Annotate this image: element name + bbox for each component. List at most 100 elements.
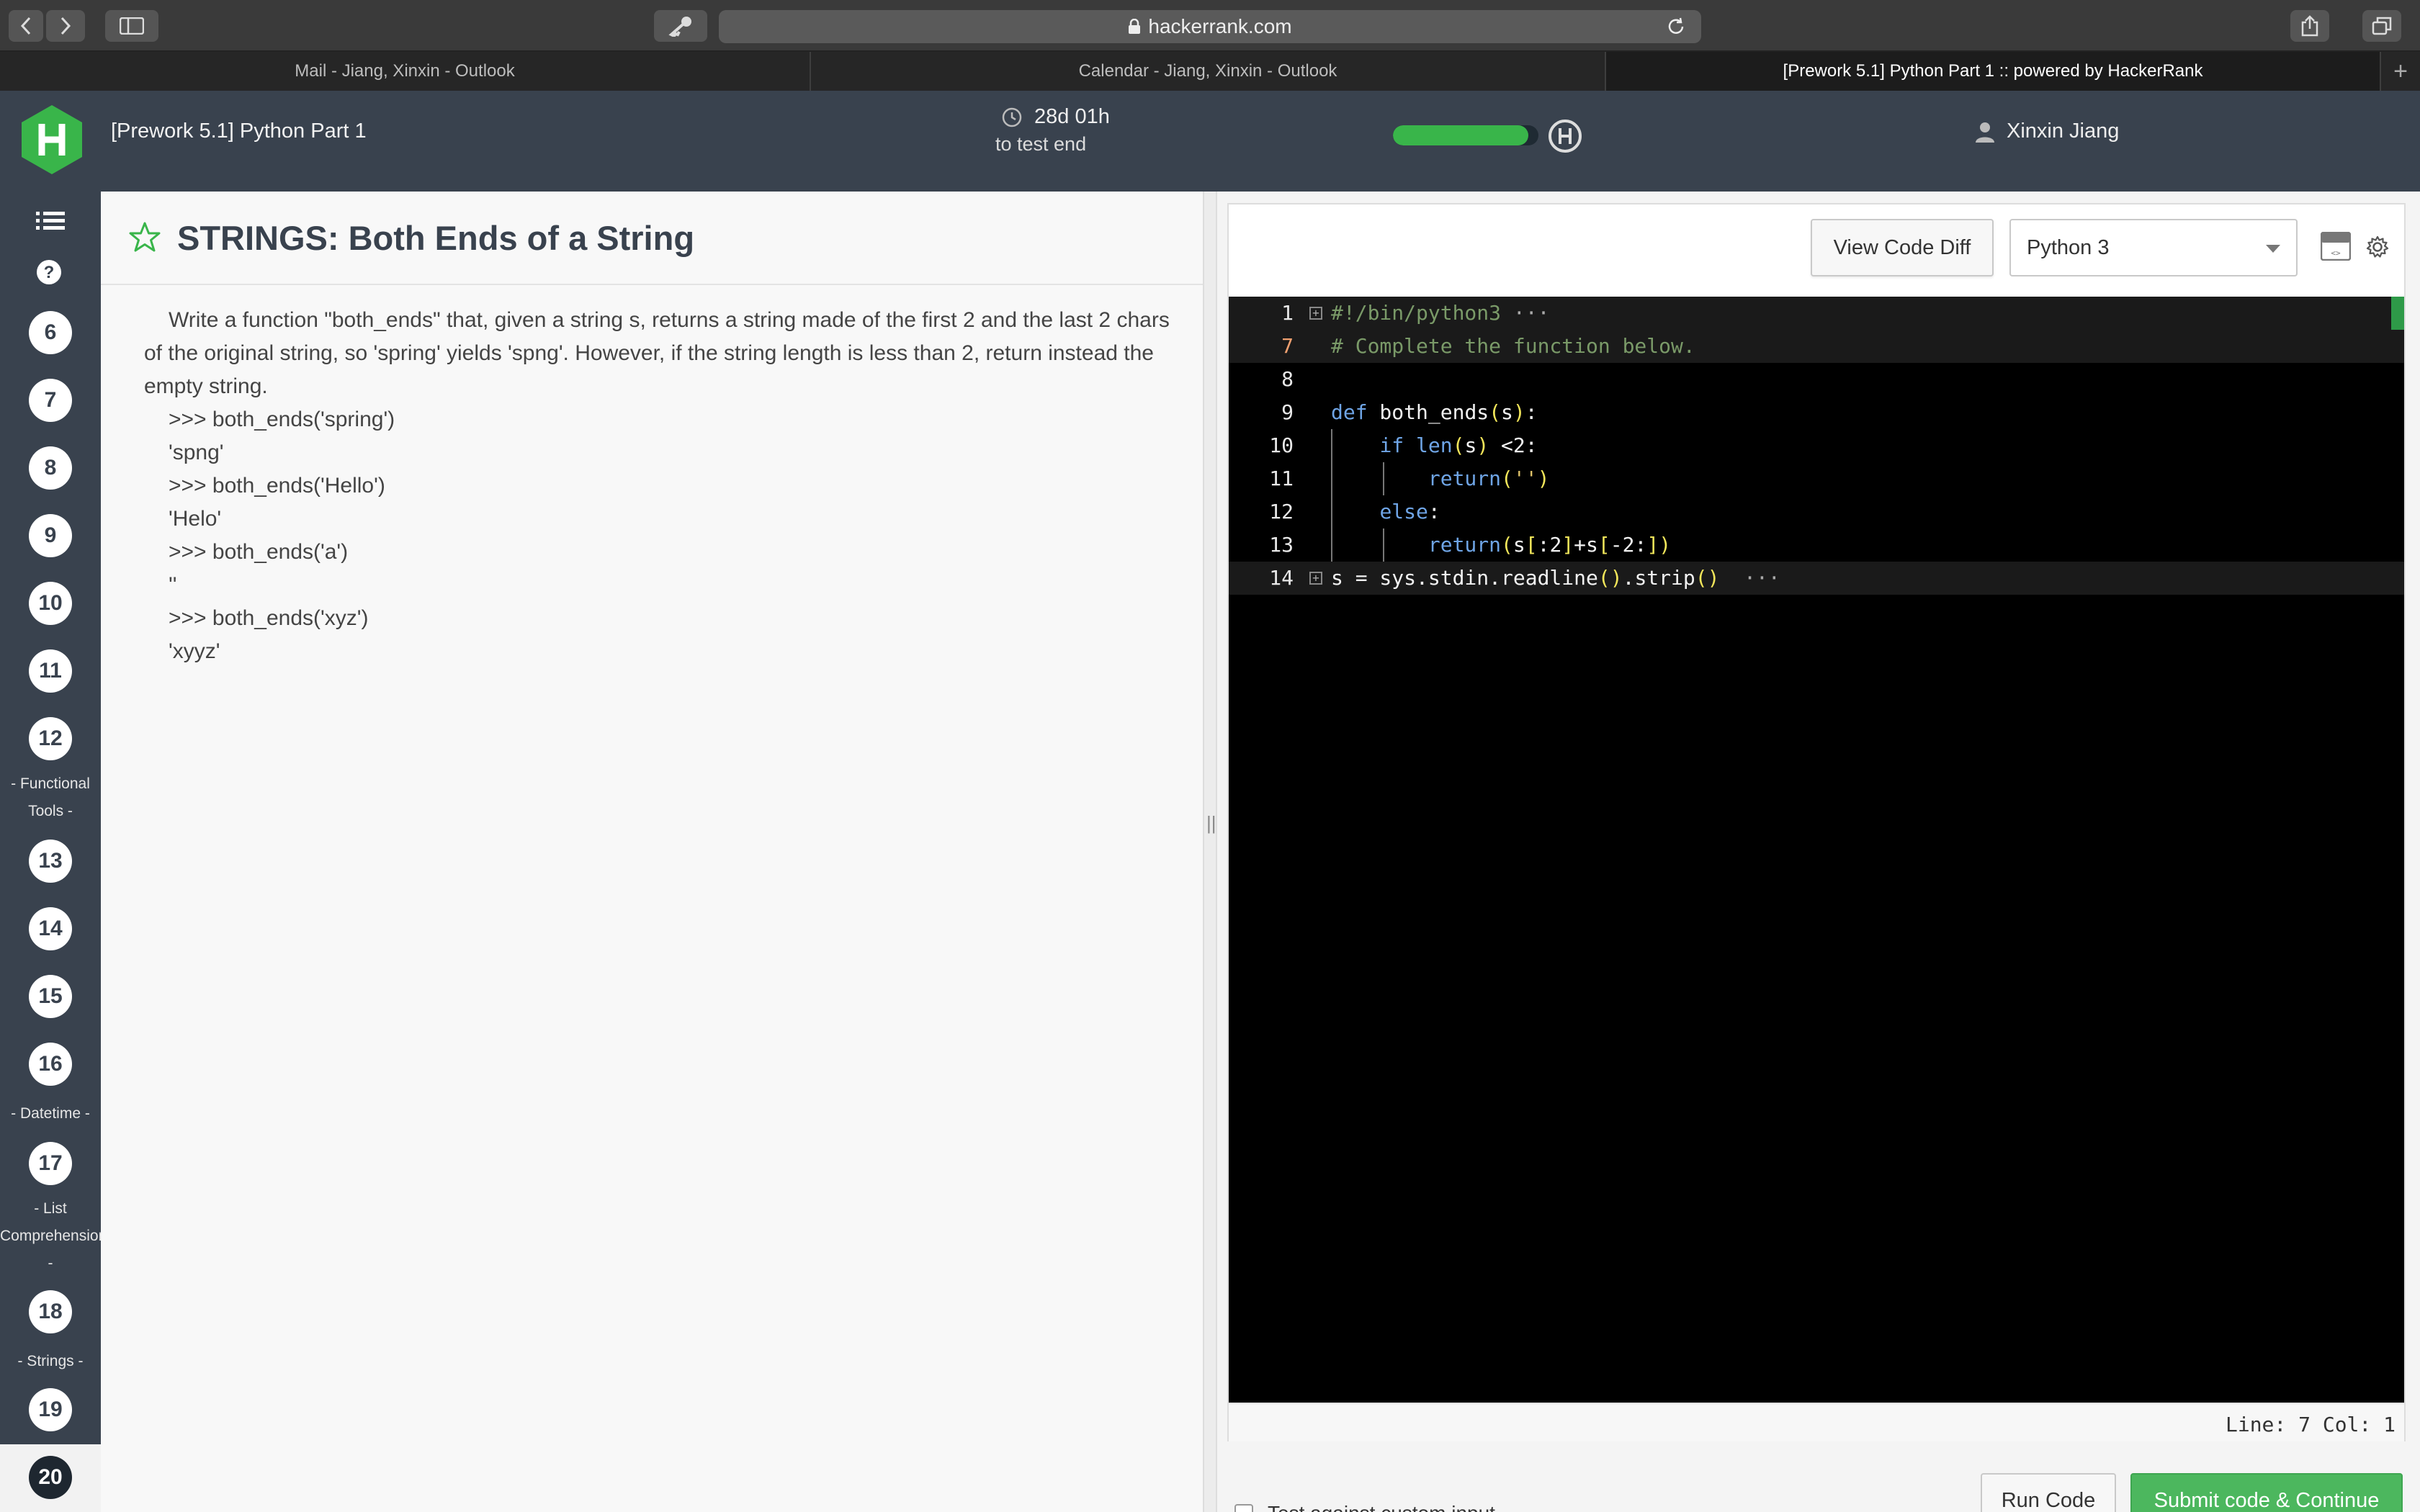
chevron-right-icon [60,17,71,35]
example-line: 'xyyz' [169,639,220,663]
code-text: else: [1379,500,1440,523]
key-icon [668,17,691,37]
sidebar-icon [120,17,144,35]
example-line: '' [169,573,177,597]
line-number: 9 [1281,400,1294,424]
question-sidebar: ? 6 7 8 9 10 11 12 - Functional Tools - … [0,192,107,1512]
question-14[interactable]: 14 [29,907,72,950]
question-15[interactable]: 15 [29,975,72,1018]
section-list-line1: - List [34,1200,67,1217]
tab-hackerrank[interactable]: [Prework 5.1] Python Part 1 :: powered b… [1606,52,2381,91]
example-line: 'spng' [169,441,224,464]
section-functional-line2: Tools - [28,803,73,819]
custom-input-toggle[interactable]: Test against custom input [1234,1502,1495,1512]
address-bar[interactable]: hackerrank.com [719,10,1701,43]
code-text: # Complete the function below. [1331,334,1695,358]
question-13[interactable]: 13 [29,840,72,883]
editor-settings-button[interactable] [2365,235,2390,263]
star-icon[interactable] [128,221,161,254]
user-menu[interactable]: Xinxin Jiang [1975,120,2119,143]
question-20[interactable]: 20 [29,1456,72,1499]
help-button[interactable]: ? [35,258,63,290]
code-text: if len(s) <2: [1379,433,1538,457]
sidebar-toggle-button[interactable] [105,10,158,42]
chevron-left-icon [20,17,31,35]
timer-caption: to test end [995,133,1087,155]
line-number: 13 [1269,533,1294,557]
scroll-position-marker [2391,297,2404,330]
run-code-button[interactable]: Run Code [1981,1473,2116,1512]
code-line: 14 + s = sys.stdin.readline().strip() ··… [1229,562,2404,595]
code-text: return(s[:2]+s[-2:]) [1428,533,1672,557]
fold-expand-icon[interactable]: + [1309,307,1322,320]
code-line: 8 [1229,363,2404,396]
question-6[interactable]: 6 [29,311,72,354]
editor-layout-button[interactable]: <> [2320,231,2352,264]
problem-title: STRINGS: Both Ends of a String [177,218,695,257]
url-text: hackerrank.com [1148,15,1292,37]
code-text: #!/bin/python3 ··· [1331,301,1550,325]
cursor-position: Line: 7 Col: 1 [2225,1413,2396,1436]
question-18[interactable]: 18 [29,1290,72,1333]
user-name: Xinxin Jiang [2007,120,2120,143]
code-line: 9 def both_ends(s): [1229,396,2404,429]
fold-expand-icon[interactable]: + [1309,572,1322,585]
question-16[interactable]: 16 [29,1043,72,1086]
tab-overview-button[interactable] [2362,10,2401,42]
code-text: s = sys.stdin.readline().strip() ··· [1331,566,1780,590]
section-strings: - Strings - [17,1353,84,1369]
view-code-diff-button[interactable]: View Code Diff [1811,219,1994,276]
panel-resize-handle[interactable]: || [1204,192,1217,1512]
line-number: 1 [1281,301,1294,325]
section-list-line3: - [48,1255,53,1272]
forward-button[interactable] [46,10,85,42]
line-number: 10 [1269,433,1294,457]
gear-icon [2366,235,2389,258]
code-line: 11 return('') [1229,462,2404,495]
svg-text:?: ? [44,263,55,282]
submit-code-button[interactable]: Submit code & Continue [2130,1473,2403,1512]
question-17[interactable]: 17 [29,1142,72,1185]
line-number: 8 [1281,367,1294,391]
language-value: Python 3 [2027,235,2110,259]
svg-text:<>: <> [2331,248,2341,258]
problem-statement: Write a function "both_ends" that, given… [101,285,1203,668]
question-10[interactable]: 10 [29,582,72,625]
section-datetime: - Datetime - [11,1105,90,1122]
example-line: 'Helo' [169,507,222,531]
tab-calendar[interactable]: Calendar - Jiang, Xinxin - Outlook [811,52,1606,91]
question-19[interactable]: 19 [29,1388,72,1431]
tab-mail[interactable]: Mail - Jiang, Xinxin - Outlook [0,52,811,91]
code-area[interactable]: 1 + #!/bin/python3 ··· 7 # Complete the … [1229,297,2404,1403]
question-list-button[interactable] [32,206,69,238]
problem-description: Write a function "both_ends" that, given… [144,308,1170,398]
timer-value: 28d 01h [1034,105,1110,128]
share-button[interactable] [2290,10,2329,42]
question-9[interactable]: 9 [29,514,72,557]
hackerrank-badge-icon [1549,120,1582,153]
new-tab-button[interactable]: + [2381,52,2420,91]
lock-icon [1129,19,1141,34]
question-11[interactable]: 11 [29,649,72,693]
section-list-comprehension: - List Comprehension - [0,1195,107,1277]
section-functional-tools: - Functional Tools - [0,770,101,825]
example-line: >>> both_ends('Hello') [169,474,385,498]
hackerrank-logo[interactable] [20,104,84,179]
custom-input-label: Test against custom input [1268,1502,1495,1512]
code-line: 13 return(s[:2]+s[-2:]) [1229,528,2404,562]
reload-icon[interactable] [1665,16,1687,37]
passwords-button[interactable] [654,10,707,42]
hackerrank-logo-icon [22,105,82,174]
question-7[interactable]: 7 [29,379,72,422]
question-12[interactable]: 12 [29,717,72,760]
clock-icon [1002,107,1022,127]
test-title: [Prework 5.1] Python Part 1 [111,120,367,143]
example-line: >>> both_ends('xyz') [169,606,369,630]
back-button[interactable] [9,10,43,42]
section-functional-line1: - Functional [11,775,90,792]
line-number: 7 [1281,334,1294,358]
question-8[interactable]: 8 [29,446,72,490]
custom-input-checkbox[interactable] [1234,1504,1253,1512]
editor-layout-icon: <> [2320,231,2352,261]
language-select[interactable]: Python 3 [2009,219,2298,276]
